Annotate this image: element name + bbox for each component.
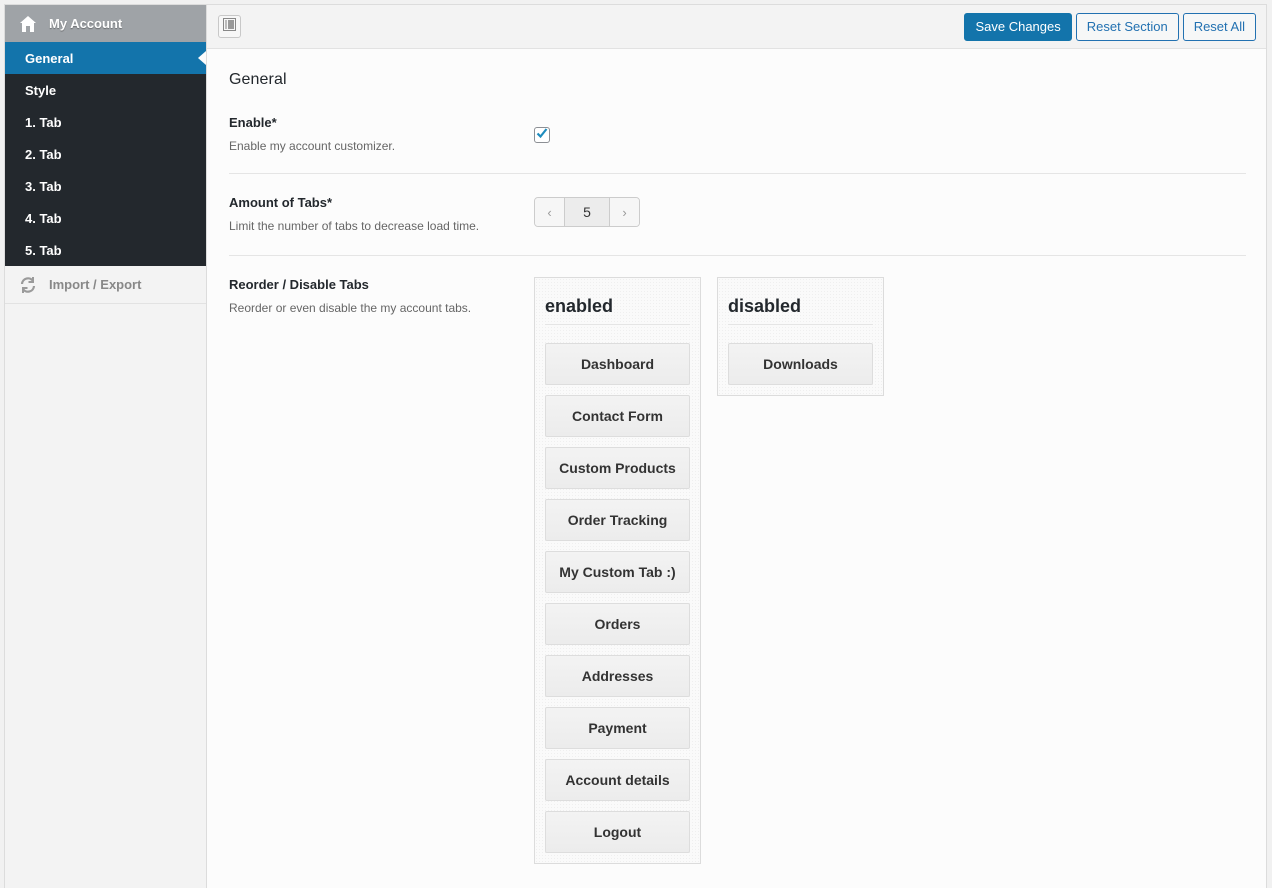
enabled-heading: enabled <box>545 278 690 325</box>
tabs-amount-value[interactable]: 5 <box>564 198 610 226</box>
field-description: Limit the number of tabs to decrease loa… <box>229 219 480 233</box>
chevron-right-icon: › <box>622 204 627 220</box>
sidebar-item-tab-5[interactable]: 5. Tab <box>5 234 206 266</box>
sortable-tab-item[interactable]: My Custom Tab :) <box>545 551 690 593</box>
sidebar-item-label: 4. Tab <box>25 210 62 226</box>
save-changes-button[interactable]: Save Changes <box>964 12 1072 41</box>
field-reorder-tabs: Reorder / Disable Tabs Reorder or even d… <box>229 256 1246 864</box>
enabled-tabs-list: enabled Dashboard Contact Form Custom Prod… <box>534 277 701 864</box>
field-enable: Enable* Enable my account customizer. <box>229 115 1246 174</box>
sidebar-item-label: Import / Export <box>49 277 142 292</box>
expand-panel-icon <box>223 17 236 36</box>
sortable-tab-item[interactable]: Account details <box>545 759 690 801</box>
sortable-tab-item[interactable]: Payment <box>545 707 690 749</box>
settings-form: General Enable* Enable my account custom… <box>207 49 1266 864</box>
tabs-amount-stepper: ‹ 5 › <box>534 197 640 227</box>
sortable-tab-item[interactable]: Dashboard <box>545 343 690 385</box>
sidebar-item-tab-4[interactable]: 4. Tab <box>5 202 206 234</box>
sidebar-item-label: Style <box>25 82 57 98</box>
sortable-tab-item[interactable]: Contact Form <box>545 395 690 437</box>
enable-checkbox[interactable] <box>534 127 550 143</box>
sidebar-item-import-export[interactable]: Import / Export <box>5 266 206 304</box>
checkmark-icon <box>536 126 548 144</box>
toolbar: Save Changes Reset Section Reset All <box>207 5 1266 49</box>
sidebar-item-tab-2[interactable]: 2. Tab <box>5 138 206 170</box>
options-panel: My Account General Style 1. Tab 2. Tab 3… <box>4 4 1267 888</box>
sortable-tab-item[interactable]: Orders <box>545 603 690 645</box>
chevron-left-icon: ‹ <box>547 204 552 220</box>
sidebar-header-label: My Account <box>49 16 123 31</box>
field-amount-of-tabs: Amount of Tabs* Limit the number of tabs… <box>229 174 1246 256</box>
sidebar-item-style[interactable]: Style <box>5 74 206 106</box>
sortable-tab-item[interactable]: Custom Products <box>545 447 690 489</box>
field-title: Enable* <box>229 115 277 130</box>
sidebar-item-general[interactable]: General <box>5 42 206 74</box>
sortable-tab-item[interactable]: Addresses <box>545 655 690 697</box>
reset-all-button[interactable]: Reset All <box>1182 12 1256 41</box>
decrement-button[interactable]: ‹ <box>535 198 564 226</box>
main-content: Save Changes Reset Section Reset All Gen… <box>207 5 1266 888</box>
field-description: Enable my account customizer. <box>229 139 396 153</box>
sidebar: My Account General Style 1. Tab 2. Tab 3… <box>5 5 207 888</box>
field-description: Reorder or even disable the my account t… <box>229 301 472 315</box>
sidebar-submenu: General Style 1. Tab 2. Tab 3. Tab 4. Ta… <box>5 42 206 266</box>
sidebar-item-label: General <box>25 50 74 66</box>
tab-sorter: enabled Dashboard Contact Form Custom Prod… <box>534 277 884 864</box>
sortable-tab-item[interactable]: Logout <box>545 811 690 853</box>
reset-section-button[interactable]: Reset Section <box>1075 12 1179 41</box>
refresh-icon <box>19 276 37 294</box>
sidebar-section-my-account[interactable]: My Account <box>5 5 206 42</box>
home-icon <box>19 15 37 33</box>
sortable-tab-item[interactable]: Downloads <box>728 343 873 385</box>
sidebar-item-label: 2. Tab <box>25 146 62 162</box>
sortable-tab-item[interactable]: Order Tracking <box>545 499 690 541</box>
disabled-tabs-list: disabled Downloads <box>717 277 884 396</box>
sidebar-item-tab-3[interactable]: 3. Tab <box>5 170 206 202</box>
increment-button[interactable]: › <box>610 198 639 226</box>
expand-panel-button[interactable] <box>218 15 241 38</box>
sidebar-item-label: 5. Tab <box>25 242 62 258</box>
section-title: General <box>229 71 287 88</box>
sidebar-item-tab-1[interactable]: 1. Tab <box>5 106 206 138</box>
sidebar-item-label: 1. Tab <box>25 114 62 130</box>
sidebar-item-label: 3. Tab <box>25 178 62 194</box>
disabled-heading: disabled <box>728 278 873 325</box>
field-title: Reorder / Disable Tabs <box>229 277 369 292</box>
field-title: Amount of Tabs* <box>229 195 333 210</box>
